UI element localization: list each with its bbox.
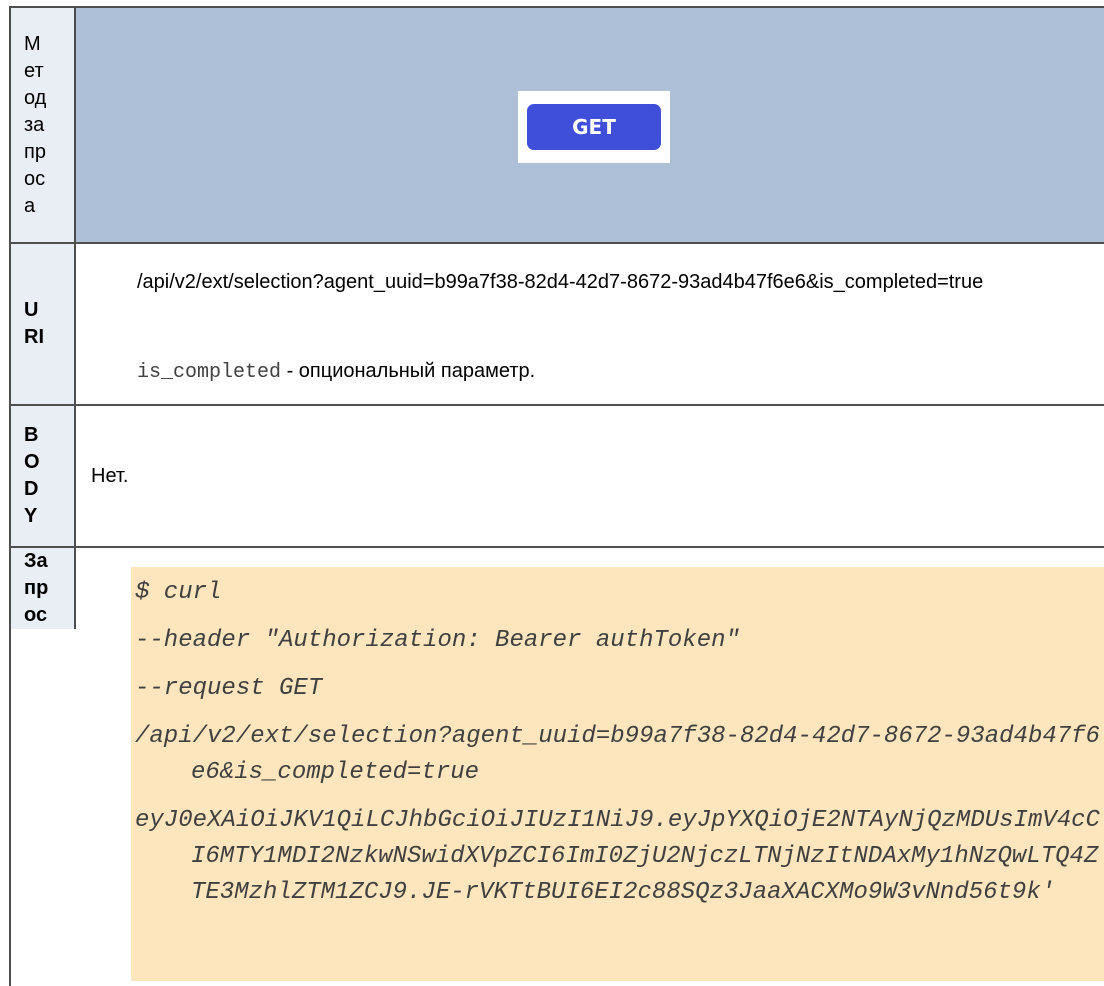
uri-label-line: RI [24,326,44,348]
optional-param-description: - опциональный параметр. [281,360,536,382]
uri-row: U RI /api/v2/ext/selection?agent_uuid=b9… [11,244,1104,406]
method-label-line: М [24,32,41,55]
body-label-line: D [24,478,39,500]
body-label-line: O [24,451,40,473]
request-label-line: За [24,550,48,572]
method-label-line: ос [24,167,46,190]
method-label-line: за [24,113,45,136]
method-label-line: од [24,86,47,109]
request-content: $ curl --header "Authorization: Bearer a… [76,548,1104,981]
code-line-request: --request GET [135,675,323,702]
uri-content: /api/v2/ext/selection?agent_uuid=b99a7f3… [76,244,1104,404]
body-value: Нет. [91,464,129,487]
method-label-line: пр [24,140,46,163]
code-line-token: eyJ0eXAiOiJKV1QiLCJhbGciOiJIUzI1NiJ9.eyJ… [135,807,1100,906]
body-label-line: B [24,424,39,446]
get-method-badge: GET [527,104,661,150]
curl-code-block: $ curl --header "Authorization: Bearer a… [131,567,1104,981]
request-label-line: ос [24,604,48,626]
method-badge-frame: GET [518,91,670,163]
method-content: GET [76,8,1104,242]
method-label-line: а [24,194,36,217]
code-line-url: /api/v2/ext/selection?agent_uuid=b99a7f3… [135,723,1100,786]
body-label-line: Y [24,505,38,527]
body-label: B O D Y [11,406,76,546]
api-doc-table: М ет од за пр ос а GET U RI /api/v2/ext/… [9,6,1104,986]
optional-param-note: is_completed - опциональный параметр. [137,356,535,388]
body-row: B O D Y Нет. [11,406,1104,548]
method-label: М ет од за пр ос а [11,8,76,242]
request-row: За пр ос $ curl --header "Authorization:… [11,548,1104,981]
code-line-curl: $ curl [135,579,222,606]
method-label-line: ет [24,59,44,82]
request-label-line: пр [24,577,49,599]
code-line-header: --header "Authorization: Bearer authToke… [135,627,740,654]
body-content: Нет. [76,406,1104,546]
method-row: М ет од за пр ос а GET [11,8,1104,244]
request-label: За пр ос [11,548,76,629]
optional-param-name: is_completed [137,361,282,384]
uri-text: /api/v2/ext/selection?agent_uuid=b99a7f3… [137,271,984,293]
uri-label: U RI [11,244,76,404]
uri-label-line: U [24,299,39,321]
